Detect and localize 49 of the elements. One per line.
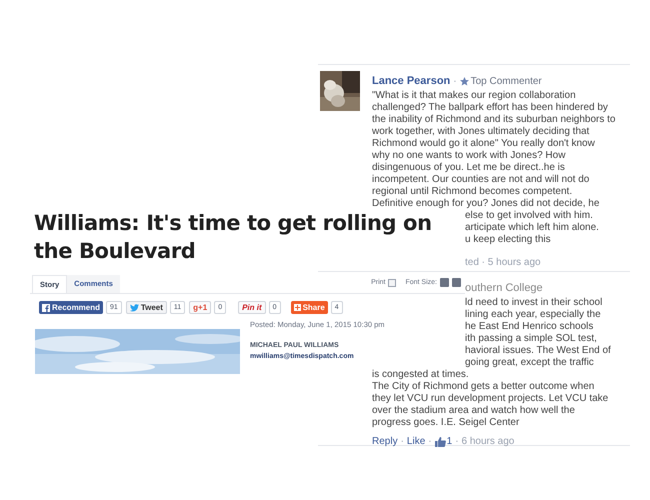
share-button[interactable]: Tweet xyxy=(126,301,167,314)
comment-line: articipate which left him alone. xyxy=(465,222,599,234)
author-name[interactable]: Lance Pearson xyxy=(372,72,450,90)
action-link[interactable]: Like xyxy=(406,434,426,449)
comment-line: the inability of Richmond and its suburban neighbors to xyxy=(372,114,616,126)
comment-line: The City of Richmond gets a better outcome when xyxy=(372,381,594,393)
comment-line: Definitive enough for you? Jones did not decide, he xyxy=(372,198,600,210)
comment-line: havioral issues. The West End of xyxy=(465,345,611,357)
separator: · xyxy=(428,435,432,449)
facebook-icon xyxy=(42,304,50,312)
comment-line: going great, except the traffic xyxy=(465,357,594,369)
font-smaller-icon[interactable] xyxy=(440,278,449,288)
thumbs-up-icon xyxy=(434,436,446,446)
comment-meta: ted · 5 hours ago xyxy=(465,256,541,270)
star-icon xyxy=(460,76,469,86)
comment-line: work together, with Jones ultimately deciding that xyxy=(372,126,590,138)
share-button[interactable]: g+1 xyxy=(189,301,212,314)
bird-icon xyxy=(130,304,139,312)
comment-line: u keep electing this xyxy=(465,234,551,246)
comment-line: progress goes. I.E. Seigel Center xyxy=(372,417,520,429)
plus-icon xyxy=(294,304,301,311)
comment-line: regional until Richmond becomes competent. xyxy=(372,186,572,198)
share-button[interactable]: Pin it xyxy=(238,301,266,314)
author-name: outhern College xyxy=(465,280,543,296)
article-headline: Williams: It's time to get rolling on the Boulevard xyxy=(34,210,433,265)
badge-label: Top Commenter xyxy=(470,74,542,88)
comment-line: ld need to invest in their school xyxy=(465,297,602,309)
separator: · xyxy=(453,74,457,88)
comment-line: is congested at times. xyxy=(372,369,469,381)
comment-line: he East End Henrico schools xyxy=(465,321,594,333)
comment-line: else to get involved with him. xyxy=(465,210,593,222)
print-icon[interactable] xyxy=(388,278,396,287)
share-button[interactable]: Recommend xyxy=(39,301,104,314)
comment-line: incompetent. Our counties are not and will not do xyxy=(372,174,590,186)
comment-line: ith passing a simple SOL test, xyxy=(465,333,597,345)
comment-line: "What is it that makes our region collaboration xyxy=(372,90,576,102)
comment-line: challenged? The ballpark effort has been hindered by xyxy=(372,102,608,114)
like-count: 1 xyxy=(446,435,452,449)
comment-line: disingenuous of you. Let me be direct..he is xyxy=(372,162,565,174)
comment-line: over the stadium area and watch how well the xyxy=(372,405,575,417)
comment-line: they let VCU run development projects. Let VCU take xyxy=(372,393,608,405)
font-larger-icon[interactable] xyxy=(452,278,461,288)
separator: · xyxy=(400,435,404,449)
comment-line: Richmond would go it alone" You really don't know xyxy=(372,138,595,150)
action-link[interactable]: Reply xyxy=(372,434,398,449)
comment-time: 6 hours ago xyxy=(462,435,514,449)
comment-line: lining each year, especially the xyxy=(465,309,601,321)
separator: · xyxy=(455,435,459,449)
comment-line: why no one wants to work with Jones? How xyxy=(372,150,566,162)
